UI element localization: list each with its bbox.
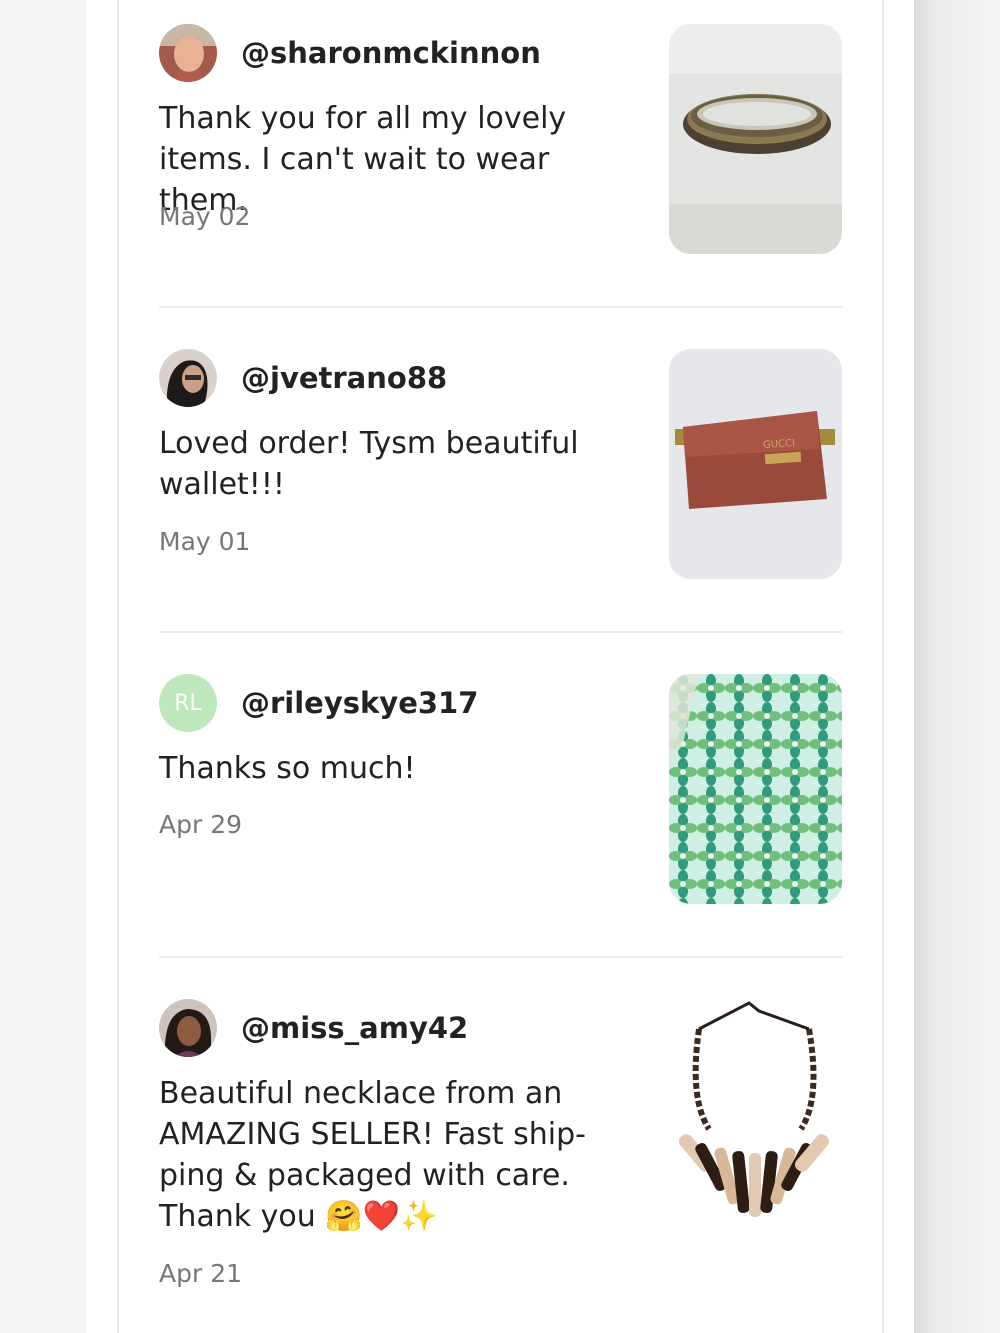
divider: [159, 956, 842, 958]
review-date: Apr 21: [159, 1259, 243, 1288]
review-text-line: ping & packaged with care.: [159, 1158, 570, 1193]
patterned-fabric-photo-icon: [669, 674, 842, 904]
wallet-photo-icon: GUCCI: [669, 349, 842, 579]
review-text-line: Thank you 🤗❤️✨: [159, 1199, 438, 1234]
review-photo[interactable]: [669, 24, 842, 254]
review-photo[interactable]: [669, 674, 842, 904]
user-avatar[interactable]: [159, 24, 217, 82]
divider: [159, 306, 842, 308]
review-photo[interactable]: [669, 999, 842, 1229]
review-item: @sharonmckinnon Thank you for all my lov…: [159, 0, 842, 300]
reviewer-username[interactable]: @rileyskye317: [241, 686, 478, 720]
person-avatar-icon: [159, 24, 217, 82]
background-left: [0, 0, 86, 1333]
review-date: Apr 29: [159, 810, 243, 839]
reviewer-username[interactable]: @jvetrano88: [241, 361, 447, 395]
reviewer-username[interactable]: @miss_amy42: [241, 1011, 468, 1045]
review-item: RL @rileyskye317 Thanks so much! Apr 29: [159, 650, 842, 950]
user-avatar[interactable]: RL: [159, 674, 217, 732]
person-avatar-icon: [159, 349, 217, 407]
necklace-photo-icon: [669, 999, 842, 1229]
review-text-line: Loved order! Tysm beautiful: [159, 426, 579, 461]
review-text: Thanks so much!: [159, 748, 639, 789]
review-text-line: wallet!!!: [159, 467, 285, 502]
review-date: May 02: [159, 202, 251, 231]
divider: [159, 631, 842, 633]
reviewer-username[interactable]: @sharonmckinnon: [241, 36, 541, 70]
wallet-brand-text: GUCCI: [763, 438, 796, 451]
background-right: [914, 0, 1000, 1333]
review-text-line: AMAZING SELLER! Fast ship-: [159, 1117, 587, 1152]
review-item: @jvetrano88 Loved order! Tysm beautiful …: [159, 325, 842, 625]
review-text: Loved order! Tysm beautiful wallet!!!: [159, 423, 639, 505]
review-date: May 01: [159, 527, 251, 556]
bangles-photo-icon: [669, 24, 842, 254]
user-avatar[interactable]: [159, 999, 217, 1057]
review-text-line: Thanks so much!: [159, 751, 416, 786]
review-photo[interactable]: GUCCI: [669, 349, 842, 579]
review-text: Beautiful necklace from an AMAZING SELLE…: [159, 1073, 639, 1237]
user-avatar[interactable]: [159, 349, 217, 407]
review-text-line: Thank you for all my lovely: [159, 101, 567, 136]
review-item: @miss_amy42 Beautiful necklace from an A…: [159, 975, 842, 1333]
person-avatar-icon: [159, 999, 217, 1057]
review-text-line: Beautiful necklace from an: [159, 1076, 563, 1111]
